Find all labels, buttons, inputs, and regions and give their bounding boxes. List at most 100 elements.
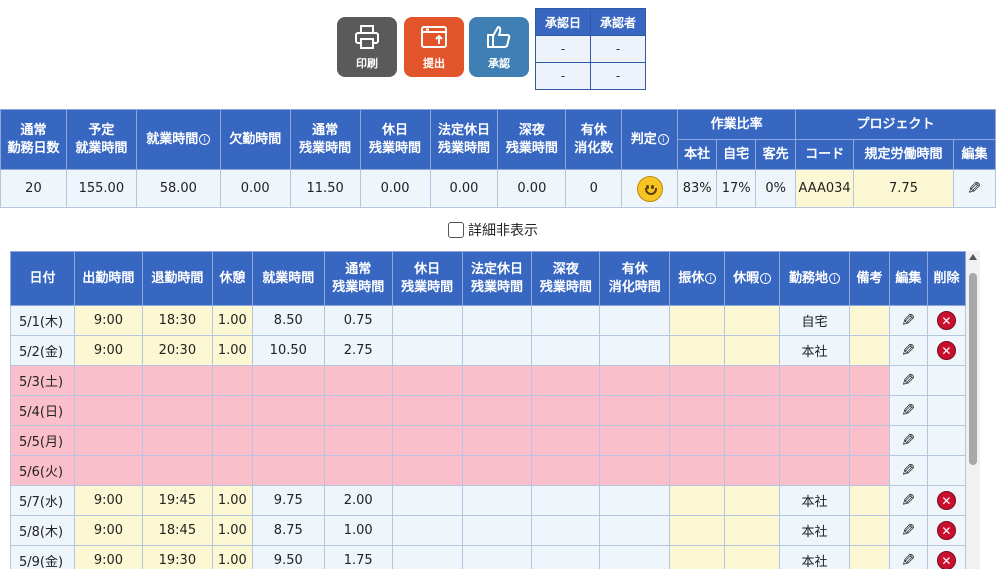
row-edit-button[interactable]: ✎ (888, 335, 928, 366)
project-edit-button[interactable]: ✎ (952, 169, 997, 208)
row-edit-button[interactable]: ✎ (888, 455, 928, 486)
end-time-cell[interactable] (141, 395, 213, 426)
delete-icon[interactable]: ✕ (936, 491, 956, 510)
row-delete-cell[interactable]: ✕ (926, 335, 966, 366)
delete-icon[interactable]: ✕ (936, 341, 956, 360)
row-edit-button[interactable]: ✎ (888, 545, 928, 569)
vacation-cell[interactable] (724, 365, 781, 396)
late-night-overtime-cell[interactable] (531, 425, 601, 456)
late-night-overtime-cell[interactable] (531, 305, 601, 336)
location-cell[interactable] (779, 395, 850, 426)
vacation-cell[interactable] (724, 335, 781, 366)
holiday-overtime-cell[interactable] (391, 425, 463, 456)
late-night-overtime-cell[interactable] (531, 395, 601, 426)
end-time-cell[interactable]: 20:30 (141, 335, 213, 366)
late-night-overtime-cell[interactable] (531, 545, 601, 569)
vertical-scrollbar[interactable] (966, 251, 980, 569)
location-cell[interactable]: 自宅 (779, 305, 850, 336)
location-cell[interactable] (779, 455, 850, 486)
scroll-up-arrow-icon[interactable] (969, 254, 977, 260)
end-time-cell[interactable]: 18:30 (141, 305, 213, 336)
print-button[interactable]: 印刷 (337, 17, 397, 77)
location-cell[interactable] (779, 365, 850, 396)
late-night-overtime-cell[interactable] (531, 455, 601, 486)
substitute-holiday-cell[interactable] (669, 425, 726, 456)
break-cell[interactable] (211, 365, 253, 396)
regular-overtime-cell[interactable] (323, 365, 393, 396)
regular-overtime-cell[interactable]: 2.00 (323, 485, 393, 516)
delete-icon[interactable]: ✕ (936, 311, 956, 330)
paid-leave-hours-cell[interactable] (599, 395, 671, 426)
late-night-overtime-cell[interactable] (531, 485, 601, 516)
info-icon[interactable]: i (657, 133, 669, 145)
regular-overtime-cell[interactable] (323, 455, 393, 486)
start-time-cell[interactable] (73, 455, 143, 486)
legal-holiday-overtime-cell[interactable] (461, 515, 533, 546)
scroll-thumb[interactable] (969, 273, 977, 465)
row-edit-button[interactable]: ✎ (888, 425, 928, 456)
break-cell[interactable] (211, 395, 253, 426)
paid-leave-hours-cell[interactable] (599, 365, 671, 396)
location-cell[interactable]: 本社 (779, 485, 850, 516)
substitute-holiday-cell[interactable] (669, 395, 726, 426)
holiday-overtime-cell[interactable] (391, 335, 463, 366)
legal-holiday-overtime-cell[interactable] (461, 335, 533, 366)
break-cell[interactable] (211, 425, 253, 456)
location-cell[interactable]: 本社 (779, 545, 850, 569)
paid-leave-hours-cell[interactable] (599, 545, 671, 569)
start-time-cell[interactable]: 9:00 (73, 335, 143, 366)
info-icon[interactable]: i (829, 272, 841, 284)
delete-icon[interactable]: ✕ (936, 521, 956, 540)
location-cell[interactable]: 本社 (779, 515, 850, 546)
note-cell[interactable] (848, 425, 890, 456)
work-hours-cell[interactable]: 8.75 (251, 515, 325, 546)
paid-leave-hours-cell[interactable] (599, 485, 671, 516)
note-cell[interactable] (848, 545, 890, 569)
row-edit-button[interactable]: ✎ (888, 485, 928, 516)
work-hours-cell[interactable] (251, 425, 325, 456)
break-cell[interactable]: 1.00 (211, 545, 253, 569)
work-hours-cell[interactable]: 10.50 (251, 335, 325, 366)
paid-leave-hours-cell[interactable] (599, 455, 671, 486)
paid-leave-hours-cell[interactable] (599, 305, 671, 336)
break-cell[interactable] (211, 455, 253, 486)
note-cell[interactable] (848, 305, 890, 336)
paid-leave-hours-cell[interactable] (599, 335, 671, 366)
holiday-overtime-cell[interactable] (391, 305, 463, 336)
substitute-holiday-cell[interactable] (669, 455, 726, 486)
regular-overtime-cell[interactable] (323, 425, 393, 456)
work-hours-cell[interactable]: 8.50 (251, 305, 325, 336)
vacation-cell[interactable] (724, 305, 781, 336)
regular-overtime-cell[interactable]: 0.75 (323, 305, 393, 336)
work-hours-cell[interactable]: 9.50 (251, 545, 325, 569)
end-time-cell[interactable] (141, 365, 213, 396)
legal-holiday-overtime-cell[interactable] (461, 425, 533, 456)
paid-leave-hours-cell[interactable] (599, 515, 671, 546)
work-hours-cell[interactable]: 9.75 (251, 485, 325, 516)
daily-table-container[interactable]: 日付 出勤時間 退勤時間 休憩 就業時間 通常 残業時間 休日 残業時間 法定休日残… (10, 251, 966, 569)
substitute-holiday-cell[interactable] (669, 545, 726, 569)
submit-button[interactable]: 提出 (404, 17, 464, 77)
row-edit-button[interactable]: ✎ (888, 365, 928, 396)
substitute-holiday-cell[interactable] (669, 365, 726, 396)
substitute-holiday-cell[interactable] (669, 305, 726, 336)
row-edit-button[interactable]: ✎ (888, 395, 928, 426)
regular-overtime-cell[interactable]: 2.75 (323, 335, 393, 366)
break-cell[interactable]: 1.00 (211, 335, 253, 366)
legal-holiday-overtime-cell[interactable] (461, 365, 533, 396)
break-cell[interactable]: 1.00 (211, 485, 253, 516)
holiday-overtime-cell[interactable] (391, 455, 463, 486)
hide-details-checkbox[interactable] (448, 222, 464, 238)
note-cell[interactable] (848, 485, 890, 516)
substitute-holiday-cell[interactable] (669, 515, 726, 546)
info-icon[interactable]: i (760, 272, 772, 284)
row-edit-button[interactable]: ✎ (888, 305, 928, 336)
end-time-cell[interactable]: 18:45 (141, 515, 213, 546)
work-hours-cell[interactable] (251, 365, 325, 396)
legal-holiday-overtime-cell[interactable] (461, 455, 533, 486)
late-night-overtime-cell[interactable] (531, 365, 601, 396)
row-edit-button[interactable]: ✎ (888, 515, 928, 546)
late-night-overtime-cell[interactable] (531, 335, 601, 366)
regular-overtime-cell[interactable]: 1.75 (323, 545, 393, 569)
info-icon[interactable]: i (199, 133, 211, 145)
